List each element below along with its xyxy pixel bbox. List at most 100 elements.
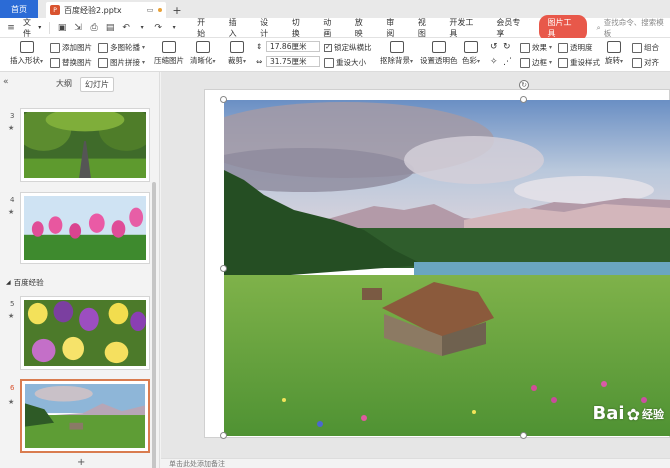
unsaved-dot-icon [158,8,162,12]
menu-icon[interactable]: ≡ [4,20,18,36]
transparency-button[interactable]: 透明度 [558,42,593,53]
align-button[interactable]: 对齐 [632,57,659,68]
picture-splice-button[interactable]: 图片拼接 ▾ [98,57,145,68]
slide-thumbnail-6[interactable] [20,379,150,453]
sharpen-button[interactable]: 清晰化▾ [190,41,216,66]
menu-bar: ≡ 文件 ▾ ▣ ⇲ ⎙ ▤ ↶ ▾ ↷ ▾ 开始 插入 设计 切换 动画 放映 … [0,14,670,41]
window-icon[interactable]: ▭ [146,6,154,14]
home-tab[interactable]: 首页 [0,0,38,18]
resize-handle-top-left[interactable] [220,96,227,103]
slide-thumbnail-5[interactable] [20,296,150,370]
set-transparent-button[interactable]: 设置透明色 [420,41,458,66]
crop-icon [230,41,244,53]
command-search[interactable]: ⌕ 查找命令、搜索模板 [597,17,670,39]
compress-icon [162,41,176,53]
splice-icon [98,57,108,68]
slide-number: 4 [10,196,15,204]
thumbnail-image [25,384,145,448]
remove-background-button[interactable]: 抠除背景▾ [380,41,413,66]
rotate-right-icon[interactable]: ↻ [503,42,511,52]
menu-design[interactable]: 设计 [252,17,284,39]
notes-area[interactable]: 单击此处添加备注 [161,458,670,468]
resize-handle-bottom-left[interactable] [220,432,227,439]
menu-review[interactable]: 审阅 [378,17,410,39]
border-icon [520,57,530,68]
add-slide-button[interactable]: + [77,457,85,468]
menu-start[interactable]: 开始 [189,17,221,39]
undo-dropdown-icon[interactable]: ▾ [135,20,149,36]
section-title: 百度经验 [13,278,44,287]
slide-panel: « 大纲 幻灯片 3 ★ 4 ★ ◢ 百度经验 5 ★ 6 ★ + [0,72,160,468]
rotate-handle-icon[interactable]: ↻ [519,80,529,90]
rotate-icon [607,41,621,53]
rotate-left-icon[interactable]: ↺ [490,42,498,52]
file-menu[interactable]: 文件 ▾ [20,17,44,39]
thumbnail-image [24,196,146,260]
menu-slideshow[interactable]: 放映 [347,17,379,39]
insert-shape-button[interactable]: 插入形状▾ [10,41,43,66]
print-preview-icon[interactable]: ▤ [103,20,117,36]
print-icon[interactable]: ⎙ [87,20,101,36]
combine-icon [632,42,642,53]
save-icon[interactable]: ▣ [55,20,69,36]
sharpen-icon [195,41,210,53]
color-button[interactable]: 色彩▾ [462,41,480,66]
document-title: 百度经验2.pptx [64,5,122,15]
redo-icon[interactable]: ↷ [151,20,165,36]
lock-ratio-checkbox[interactable]: ✓ 锁定纵横比 [324,42,372,53]
tab-slides[interactable]: 幻灯片 [80,77,114,92]
panel-scrollbar[interactable] [152,182,156,468]
collapse-panel-icon[interactable]: « [3,77,9,87]
selected-picture[interactable]: Bai ✿ 经验 [224,100,670,436]
compress-picture-button[interactable]: 压缩图片 [154,41,184,66]
section-collapse-icon: ◢ [6,279,11,286]
search-placeholder: 查找命令、搜索模板 [603,17,664,38]
menu-view[interactable]: 视图 [410,17,442,39]
effects-button[interactable]: 效果 ▾ [520,42,552,53]
picture-tool-tab[interactable]: 图片工具 [539,14,587,41]
replace-picture-button[interactable]: 替换图片 [50,57,92,68]
effects-icon [520,42,530,53]
thumbnail-image [16,108,154,178]
resize-handle-bottom[interactable] [520,432,527,439]
reset-style-icon [558,57,568,68]
paw-icon: ✿ [626,405,640,424]
animation-star-icon: ★ [8,398,15,406]
add-picture-button[interactable]: 添加图片 [50,42,92,53]
reset-size-button[interactable]: 重设大小 [324,57,366,68]
menu-insert[interactable]: 插入 [221,17,253,39]
more-icon[interactable]: ▾ [167,20,181,36]
transparency-icon [558,42,568,53]
menu-animation[interactable]: 动画 [315,17,347,39]
multi-picture-button[interactable]: 多图轮播 ▾ [98,42,145,53]
menu-developer[interactable]: 开发工具 [441,17,488,39]
slide-thumbnail-4[interactable] [20,192,150,264]
slide-number: 3 [10,112,15,120]
slide-thumbnail-3[interactable] [16,108,154,182]
reset-style-button[interactable]: 重设样式 [558,57,600,68]
border-button[interactable]: 边框 ▾ [520,57,552,68]
crop-button[interactable]: 裁剪▾ [228,41,246,66]
menu-member[interactable]: 会员专享 [488,17,535,39]
rotate-button[interactable]: 旋转▾ [605,41,623,66]
width-input[interactable]: 31.75厘米 [266,56,320,67]
height-input[interactable]: 17.86厘米 [266,41,320,52]
flip-icon[interactable]: ✧ [490,57,498,67]
combine-button[interactable]: 组合 [632,42,659,53]
search-icon: ⌕ [596,22,601,32]
animation-star-icon: ★ [8,312,15,320]
height-icon: ⇕ [256,42,263,51]
section-header[interactable]: ◢ 百度经验 [6,277,44,288]
picture-tools-icon[interactable]: ⋰ [503,57,512,67]
transparent-color-icon [431,41,446,53]
slide-number: 6 [10,384,15,392]
resize-handle-left[interactable] [220,265,227,272]
export-icon[interactable]: ⇲ [71,20,85,36]
add-picture-icon [50,42,60,53]
tab-outline[interactable]: 大纲 [52,77,76,90]
undo-icon[interactable]: ↶ [119,20,133,36]
replace-picture-icon [50,57,60,68]
ppt-file-icon: P [50,5,60,15]
resize-handle-top[interactable] [520,96,527,103]
menu-transition[interactable]: 切换 [284,17,316,39]
